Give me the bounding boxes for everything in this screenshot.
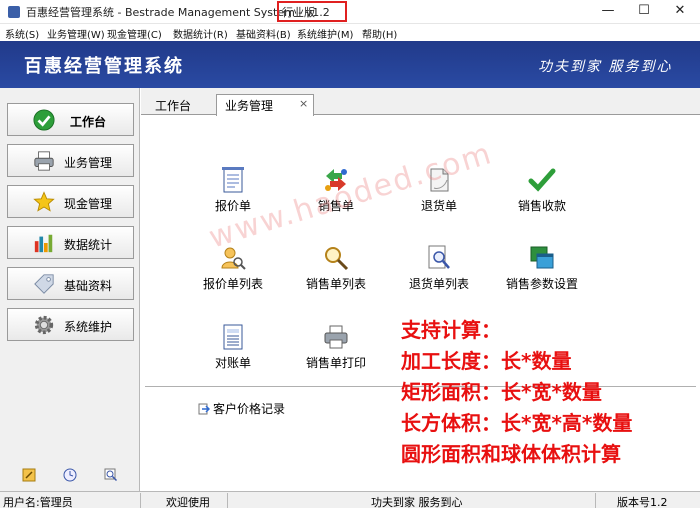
sidebar-item-label: 工作台 (70, 115, 107, 129)
status-separator (140, 493, 141, 508)
statement-icon (223, 324, 243, 350)
customer-price-record-label: 客户价格记录 (213, 402, 286, 416)
status-user: 用户名:管理员 (3, 496, 73, 508)
arrow-right-icon (198, 403, 210, 415)
tab-business[interactable]: 业务管理 × (216, 94, 314, 116)
menu-basic-data[interactable]: 基础资料(B) (236, 26, 291, 41)
menu-system[interactable]: 系统(S) (5, 26, 39, 41)
sidebar-item-label: 基础资料 (64, 279, 113, 293)
tab-strip: 工作台 业务管理 × (141, 88, 700, 116)
sidebar: 工作台 业务管理 现金管理 数据统计 基础资料 系统维护 (0, 88, 140, 491)
printer-icon (34, 151, 54, 171)
sales-print-label: 销售单打印 (305, 356, 366, 370)
check-circle-icon (33, 109, 55, 131)
status-version: 版本号1.2 (617, 496, 668, 508)
annotation-line: 加工长度：长*数量 (401, 349, 572, 373)
menu-maintenance[interactable]: 系统维护(M) (297, 26, 353, 41)
header-banner: 百惠经营管理系统 功夫到家 服务到心 (0, 41, 700, 88)
return-order-list-button[interactable]: 退货单列表 (389, 244, 489, 296)
sidebar-item-label: 业务管理 (64, 156, 113, 170)
annotation-line: 圆形面积和球体体积计算 (401, 442, 621, 466)
sidebar-item-cash[interactable]: 现金管理 (7, 185, 134, 218)
bar-chart-icon (34, 234, 53, 253)
gear-icon (34, 315, 54, 335)
search-document-icon (428, 245, 450, 269)
annotation-line: 矩形面积：长*宽*数量 (401, 380, 602, 404)
menu-help[interactable]: 帮助(H) (362, 26, 397, 41)
sidebar-item-maintenance[interactable]: 系统维护 (7, 308, 134, 341)
status-slogan: 功夫到家 服务到心 (371, 496, 463, 508)
sales-receipt-button[interactable]: 销售收款 (492, 166, 592, 218)
maximize-button[interactable]: ☐ (626, 0, 662, 24)
tag-icon (34, 274, 54, 294)
sidebar-item-workbench[interactable]: 工作台 (7, 103, 134, 136)
sales-order-list-button[interactable]: 销售单列表 (286, 244, 386, 296)
sidebar-item-label: 系统维护 (64, 320, 113, 334)
menu-bar: 系统(S) 业务管理(W) 现金管理(C) 数据统计(R) 基础资料(B) 系统… (0, 24, 700, 41)
close-button[interactable]: ✕ (662, 0, 698, 24)
edition-label: 行业版 (282, 6, 315, 19)
sidebar-item-statistics[interactable]: 数据统计 (7, 226, 134, 259)
menu-statistics[interactable]: 数据统计(R) (173, 26, 228, 41)
sidebar-item-basic-data[interactable]: 基础资料 (7, 267, 134, 300)
sales-settings-label: 销售参数设置 (505, 277, 578, 291)
checkmark-icon (528, 168, 556, 192)
banner-title: 百惠经营管理系统 (24, 56, 184, 77)
return-order-list-label: 退货单列表 (408, 277, 469, 291)
edit-icon[interactable] (22, 468, 36, 482)
tab-workbench[interactable]: 工作台 (155, 97, 191, 114)
app-icon (8, 6, 20, 18)
sales-print-button[interactable]: 销售单打印 (286, 323, 386, 375)
magnifier-icon (325, 247, 349, 271)
sidebar-item-business[interactable]: 业务管理 (7, 144, 134, 177)
sidebar-item-label: 数据统计 (64, 238, 113, 252)
annotation-line: 长方体积：长*宽*高*数量 (401, 411, 633, 435)
customer-price-record-link[interactable]: 客户价格记录 (198, 400, 285, 417)
windows-icon (530, 246, 554, 269)
sales-settings-button[interactable]: 销售参数设置 (492, 244, 592, 296)
minimize-button[interactable]: — (590, 0, 626, 24)
status-bar: 用户名:管理员 欢迎使用 功夫到家 服务到心 版本号1.2 (0, 491, 700, 508)
menu-cash[interactable]: 现金管理(C) (107, 26, 162, 41)
sales-receipt-label: 销售收款 (517, 199, 566, 213)
banner-slogan: 功夫到家 服务到心 (538, 59, 673, 75)
status-separator (595, 493, 596, 508)
annotation-line: 支持计算： (401, 318, 501, 342)
statement-label: 对账单 (214, 356, 251, 370)
document-icon (222, 167, 244, 193)
search-icon[interactable] (104, 468, 118, 482)
tab-close-icon[interactable]: × (299, 97, 308, 110)
return-order-label: 退货单 (420, 199, 457, 213)
star-icon (33, 191, 55, 212)
sales-order-list-label: 销售单列表 (305, 277, 366, 291)
tab-business-label: 业务管理 (225, 99, 274, 113)
sidebar-item-label: 现金管理 (64, 197, 113, 211)
statement-button[interactable]: 对账单 (183, 323, 283, 375)
clock-icon[interactable] (63, 468, 77, 482)
title-bar: 百惠经营管理系统 - Bestrade Management System - … (0, 0, 700, 24)
print-icon (324, 325, 348, 349)
quote-list-button[interactable]: 报价单列表 (183, 244, 283, 296)
status-separator (227, 493, 228, 508)
status-welcome: 欢迎使用 (166, 496, 210, 508)
quote-list-label: 报价单列表 (202, 277, 263, 291)
menu-business[interactable]: 业务管理(W) (47, 26, 105, 41)
